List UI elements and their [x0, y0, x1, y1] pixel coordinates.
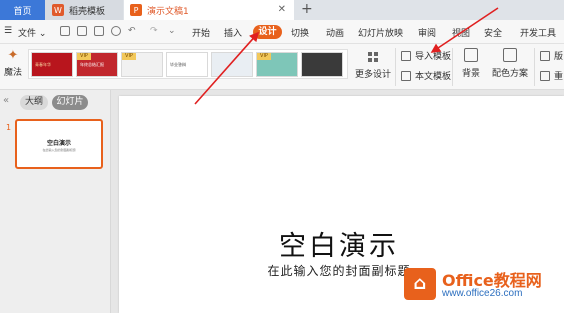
ribbon-divider	[452, 48, 453, 86]
text-template-label: 本文模板	[415, 72, 452, 82]
office-logo-icon: ⌂	[404, 268, 436, 300]
template-thumbnail[interactable]	[211, 52, 253, 77]
template-thumbnail[interactable]: VIP 年终总结汇报	[76, 52, 118, 77]
more-design-label: 更多设计	[355, 70, 392, 80]
color-scheme-label: 配色方案	[491, 69, 528, 79]
menu-insert[interactable]: 插入	[224, 26, 242, 39]
slide-title[interactable]: 空白演示	[19, 224, 564, 263]
tab-home[interactable]: 首页	[0, 0, 45, 20]
print-icon[interactable]	[94, 26, 104, 36]
tab-presentation[interactable]: P 演示文稿1 ✕	[124, 0, 294, 20]
magic-label: 魔法	[3, 68, 22, 78]
template-thumbnail[interactable]	[301, 52, 343, 77]
menu-slideshow[interactable]: 幻灯片放映	[358, 26, 403, 39]
more-icon[interactable]: ⌄	[168, 26, 176, 36]
menu-icon[interactable]: ☰	[4, 26, 12, 36]
color-scheme-icon	[503, 48, 517, 62]
presentation-logo-icon: P	[130, 4, 142, 16]
import-template-icon	[401, 50, 411, 61]
undo-icon[interactable]: ↶	[128, 26, 136, 36]
magic-wand-icon: ✦	[7, 48, 19, 63]
template-thumbnail-text: 青春年华	[35, 62, 51, 67]
slide-number: 1	[6, 123, 12, 132]
more-design-button[interactable]: 更多设计	[355, 49, 391, 80]
vip-badge: VIP	[257, 53, 271, 60]
import-template-label: 导入模板	[415, 52, 452, 62]
template-thumbnail-text: 年终总结汇报	[80, 62, 104, 67]
template-thumbnail-text: 毕业答辩	[170, 62, 186, 67]
grid-icon	[368, 52, 378, 62]
tab-docer-templates[interactable]: W 稻壳模板	[45, 0, 123, 20]
color-scheme-button[interactable]: 配色方案	[488, 48, 532, 79]
background-label: 背景	[461, 69, 480, 79]
menu-view[interactable]: 视图	[452, 26, 470, 39]
template-thumbnail[interactable]: 青春年华	[31, 52, 73, 77]
docer-logo-icon: W	[52, 4, 64, 16]
import-template-button[interactable]: 导入模板	[401, 49, 451, 62]
design-ribbon: ✦ 魔法 青春年华 VIP 年终总结汇报 VIP 毕业答辩 VIP 更多设计 导…	[0, 44, 564, 90]
tab-presentation-label: 演示文稿1	[147, 6, 189, 17]
magic-button[interactable]: ✦ 魔法	[2, 48, 24, 78]
menu-home[interactable]: 开始	[192, 26, 210, 39]
edit-master-label: 版	[554, 52, 564, 62]
file-menu[interactable]: 文件 ⌄	[18, 26, 46, 39]
edit-master-icon	[540, 50, 550, 61]
edit-master-button[interactable]: 版	[540, 49, 563, 62]
menu-transition[interactable]: 切换	[291, 26, 309, 39]
reset-button[interactable]: 重	[540, 69, 563, 82]
vip-badge: VIP	[77, 53, 91, 60]
vip-badge: VIP	[122, 53, 136, 60]
tab-home-label: 首页	[13, 6, 32, 17]
title-bar: 首页 W 稻壳模板 P 演示文稿1 ✕ +	[0, 0, 564, 20]
menu-design[interactable]: 设计	[253, 25, 282, 39]
menu-review[interactable]: 审阅	[418, 26, 436, 39]
ribbon-divider	[395, 48, 396, 86]
reset-label: 重	[554, 72, 564, 82]
template-thumbnail[interactable]: VIP	[256, 52, 298, 77]
menu-security[interactable]: 安全	[484, 26, 502, 39]
collapse-pane-icon[interactable]: «	[3, 95, 9, 106]
menu-bar: ☰ 文件 ⌄ ↶ ↷ ⌄ 开始 插入 设计 切换 动画 幻灯片放映 审阅 视图 …	[0, 20, 564, 44]
reset-icon	[540, 70, 550, 81]
template-thumbnail[interactable]: 毕业答辩	[166, 52, 208, 77]
template-thumbnail[interactable]: VIP	[121, 52, 163, 77]
background-icon	[464, 48, 478, 62]
tab-docer-label: 稻壳模板	[69, 6, 106, 17]
new-tab-icon[interactable]: +	[301, 1, 313, 17]
template-gallery: 青春年华 VIP 年终总结汇报 VIP 毕业答辩 VIP	[28, 49, 348, 79]
watermark-url: www.office26.com	[442, 288, 523, 299]
text-template-icon	[401, 70, 411, 81]
export-icon[interactable]	[77, 26, 87, 36]
menu-developer[interactable]: 开发工具	[520, 26, 556, 39]
menu-animation[interactable]: 动画	[326, 26, 344, 39]
background-button[interactable]: 背景	[458, 48, 484, 79]
ribbon-divider	[534, 48, 535, 86]
redo-icon[interactable]: ↷	[150, 26, 158, 36]
preview-icon[interactable]	[111, 26, 121, 36]
watermark: ⌂ Office教程网 www.office26.com	[404, 266, 564, 306]
save-icon[interactable]	[60, 26, 70, 36]
chevron-down-icon: ⌄	[38, 29, 47, 39]
file-menu-label: 文件	[18, 29, 37, 39]
close-tab-icon[interactable]: ✕	[278, 4, 286, 15]
text-template-button[interactable]: 本文模板	[401, 69, 451, 82]
